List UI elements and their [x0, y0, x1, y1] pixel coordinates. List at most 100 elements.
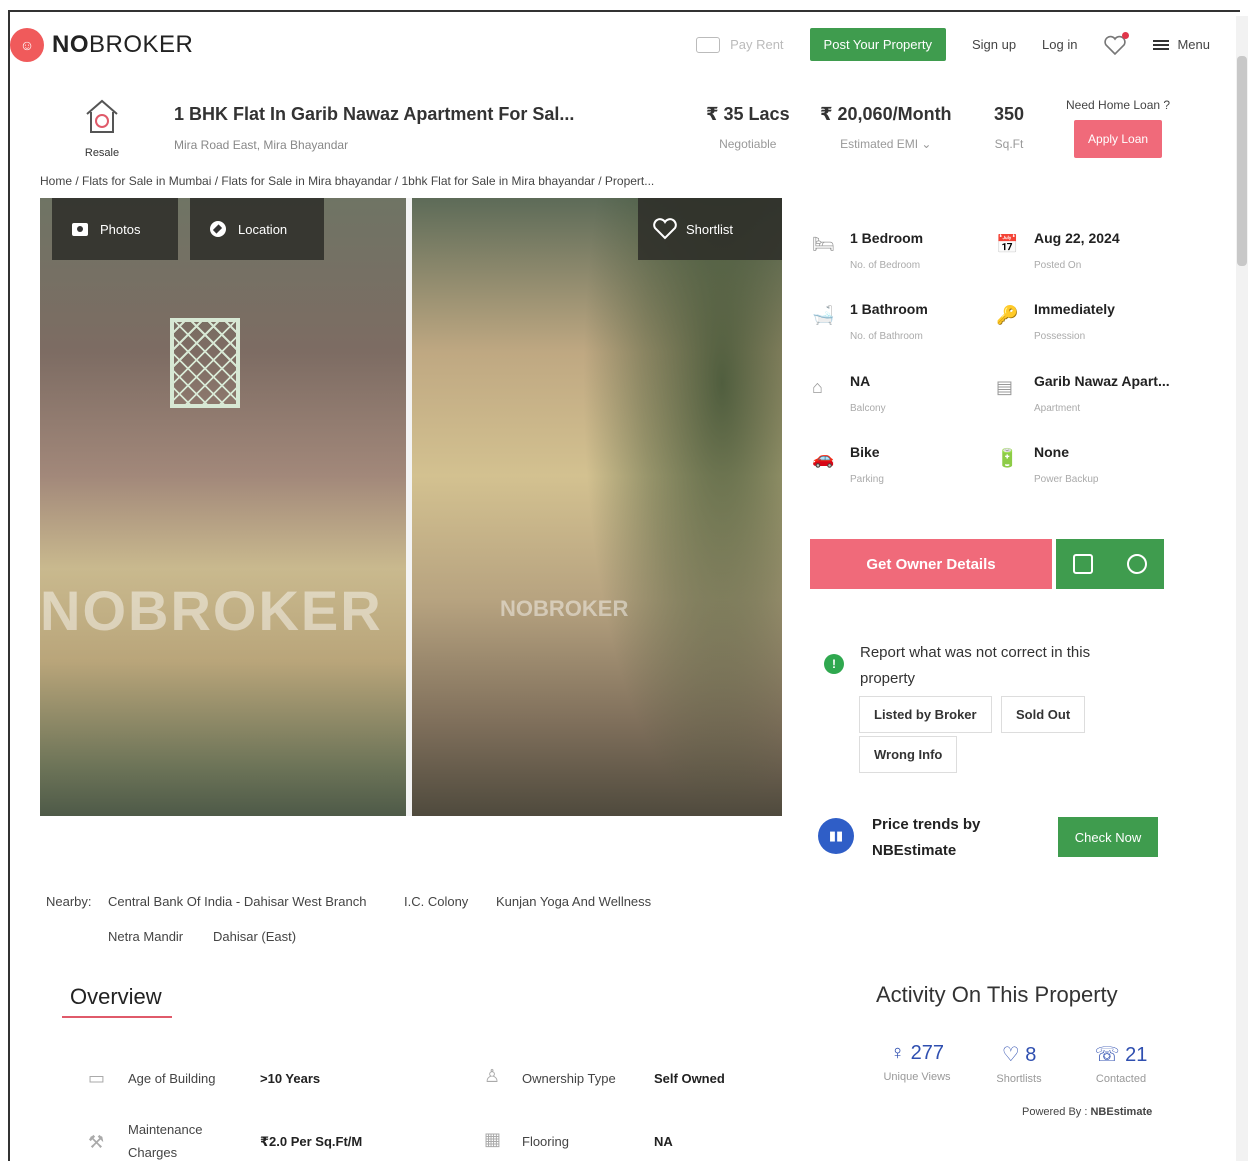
activity-views: ♀ 277 Unique Views: [872, 1042, 962, 1083]
chip-sold-out[interactable]: Sold Out: [1001, 696, 1086, 733]
overview-value: >10 Years: [260, 1071, 321, 1086]
watermark: NOBROKER: [40, 579, 383, 642]
detail-value: Garib Nawaz Apart...: [1034, 373, 1170, 389]
detail-value: 1 Bathroom: [850, 301, 928, 317]
top-header: ☺ NOBROKER Pay Rent Post Your Property S…: [10, 14, 1230, 74]
nearby-item[interactable]: I.C. Colony: [404, 894, 468, 909]
sign-up-link[interactable]: Sign up: [972, 37, 1016, 52]
detail-value: Bike: [850, 444, 880, 460]
contacted-label: Contacted: [1095, 1073, 1147, 1085]
detail-bedroom: 🛏 1 Bedroom No. of Bedroom: [812, 222, 1002, 282]
resale-badge: Resale: [70, 96, 134, 159]
nearby-item[interactable]: Central Bank Of India - Dahisar West Bra…: [108, 894, 366, 909]
bath-icon: 🛁: [812, 305, 835, 325]
price-trend-text: Price trends by NBEstimate: [872, 812, 980, 864]
get-owner-details-button[interactable]: Get Owner Details: [810, 539, 1052, 589]
detail-label: Possession: [1034, 331, 1086, 342]
balcony-icon: ⌂: [812, 377, 823, 397]
shortlist-heart-icon[interactable]: [1103, 31, 1130, 56]
detail-possession: 🔑 Immediately Possession: [996, 293, 1186, 353]
contacted-count: ☏ 21: [1076, 1042, 1166, 1067]
window-decoration: [170, 318, 240, 408]
schedule-calendar-icon[interactable]: [1073, 554, 1093, 574]
shortlist-button[interactable]: Shortlist: [638, 198, 782, 260]
emi-stat[interactable]: ₹ 20,060/Month Estimated EMI ⌄: [820, 104, 952, 151]
activity-contacted: ☏ 21 Contacted: [1076, 1042, 1166, 1085]
info-icon: !: [824, 654, 844, 674]
price-value: ₹ 35 Lacs: [706, 104, 790, 124]
property-photo-1[interactable]: [40, 198, 406, 816]
menu-button[interactable]: Menu: [1153, 37, 1210, 52]
detail-parking: 🚗 Bike Parking: [812, 436, 1002, 496]
key-icon: 🔑: [996, 305, 1019, 325]
nearby-item[interactable]: Dahisar (East): [213, 929, 296, 944]
notification-dot: [1122, 31, 1130, 39]
chart-icon: ▮▮: [818, 818, 854, 854]
house-icon: [86, 99, 118, 133]
overview-value: ₹2.0 Per Sq.Ft/M: [260, 1134, 363, 1149]
compass-icon: [210, 221, 226, 237]
overview-label: Age of Building: [128, 1071, 216, 1086]
emi-label: Estimated EMI ⌄: [840, 137, 932, 151]
camera-icon: [72, 222, 88, 236]
pay-rent-link[interactable]: Pay Rent: [696, 36, 784, 53]
powered-by-brand: NBEstimate: [1090, 1106, 1153, 1118]
detail-balcony: ⌂ NA Balcony: [812, 365, 1002, 425]
shortlists-count: ♡ 8: [974, 1042, 1064, 1067]
tree-shadow: [582, 198, 782, 816]
heart-outline-icon: ♡: [1001, 1044, 1020, 1066]
chat-icon[interactable]: [1127, 554, 1147, 574]
photos-tab[interactable]: Photos: [52, 198, 178, 260]
overview-title[interactable]: Overview: [70, 984, 162, 1010]
overview-value: Self Owned: [654, 1071, 725, 1086]
check-now-button[interactable]: Check Now: [1058, 817, 1158, 857]
property-location: Mira Road East, Mira Bhayandar: [174, 138, 349, 152]
breadcrumb[interactable]: Home / Flats for Sale in Mumbai / Flats …: [40, 174, 654, 188]
chip-wrong-info[interactable]: Wrong Info: [859, 736, 958, 773]
owner-actions: Get Owner Details: [810, 539, 1164, 589]
activity-title: Activity On This Property: [876, 982, 1118, 1007]
logo-icon: ☺: [10, 28, 44, 62]
scrollbar[interactable]: [1236, 16, 1248, 1161]
photo-gallery[interactable]: NOBROKER NOBROKER Photos Location Shortl…: [40, 198, 782, 816]
overview-label: Charges: [128, 1145, 178, 1160]
powered-by: Powered By : NBEstimate: [1022, 1106, 1152, 1118]
detail-label: No. of Bathroom: [850, 331, 923, 342]
maintenance-icon: ⚒: [88, 1132, 105, 1152]
price-trend-section: ▮▮ Price trends by NBEstimate Check Now: [818, 812, 1178, 872]
detail-apartment: ▤ Garib Nawaz Apart... Apartment: [996, 365, 1186, 425]
menu-label: Menu: [1177, 37, 1210, 52]
overview-label: Flooring: [522, 1134, 569, 1149]
property-summary: Resale 1 BHK Flat In Garib Nawaz Apartme…: [70, 96, 1200, 166]
apply-loan-button[interactable]: Apply Loan: [1074, 120, 1163, 158]
property-photo-2[interactable]: [412, 198, 782, 816]
location-tab[interactable]: Location: [190, 198, 324, 260]
post-property-button[interactable]: Post Your Property: [809, 28, 946, 61]
building-icon: ▤: [996, 377, 1014, 397]
detail-label: No. of Bedroom: [850, 260, 921, 271]
report-text: Report what was not correct in this prop…: [860, 644, 1091, 687]
log-in-link[interactable]: Log in: [1042, 37, 1077, 52]
detail-bathroom: 🛁 1 Bathroom No. of Bathroom: [812, 293, 1002, 353]
views-value: 277: [910, 1042, 944, 1064]
pay-rent-label: Pay Rent: [730, 37, 784, 52]
nearby-item[interactable]: Kunjan Yoga And Wellness: [496, 894, 651, 909]
emi-value: ₹ 20,060/Month: [820, 104, 952, 124]
detail-value: Aug 22, 2024: [1034, 230, 1120, 246]
chip-listed-by-broker[interactable]: Listed by Broker: [859, 696, 992, 733]
detail-label: Power Backup: [1034, 474, 1099, 485]
shortlist-label: Shortlist: [686, 221, 733, 237]
logo-text: NOBROKER: [52, 31, 194, 58]
scrollbar-thumb[interactable]: [1237, 56, 1247, 266]
shortlists-value: 8: [1025, 1044, 1037, 1066]
home-loan-box: Need Home Loan ? Apply Loan: [1066, 98, 1170, 158]
detail-value: 1 Bedroom: [850, 230, 924, 246]
nearby-item[interactable]: Netra Mandir: [108, 929, 183, 944]
nearby-label: Nearby:: [46, 894, 92, 909]
property-title: 1 BHK Flat In Garib Nawaz Apartment For …: [174, 104, 575, 124]
contacted-value: 21: [1125, 1044, 1148, 1066]
nobroker-logo[interactable]: ☺ NOBROKER: [10, 28, 193, 62]
hamburger-icon: [1153, 39, 1170, 50]
bed-icon: 🛏: [812, 234, 835, 254]
overview-label: Maintenance: [128, 1122, 203, 1137]
